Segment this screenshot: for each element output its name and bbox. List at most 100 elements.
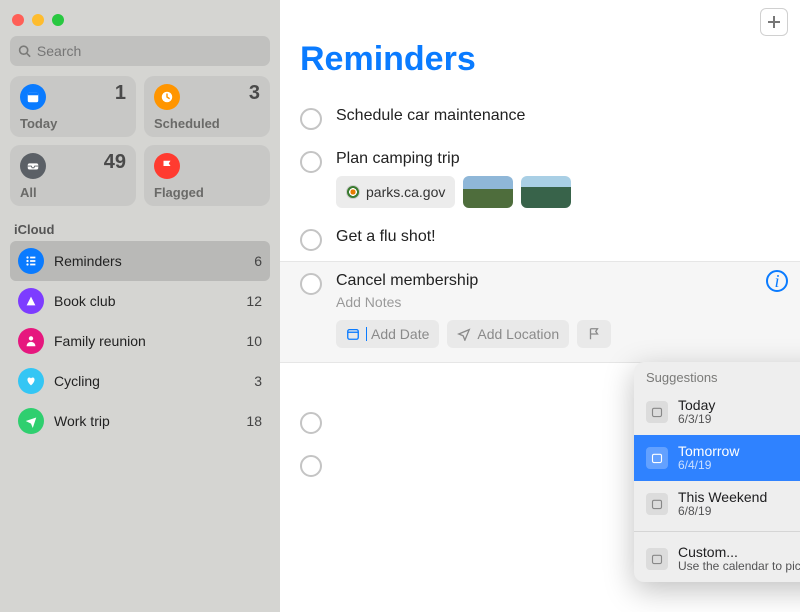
- suggestion-label: This Weekend: [678, 489, 767, 505]
- suggestion-date: 6/3/19: [678, 413, 715, 427]
- suggestion-label: Today: [678, 397, 715, 413]
- date-suggestions-popover: Suggestions Today 6/3/19 Tomorrow 6/4/19…: [634, 362, 800, 582]
- task-row[interactable]: Get a flu shot!: [300, 218, 780, 261]
- suggestion-label: Custom...: [678, 544, 800, 560]
- suggestion-weekend[interactable]: This Weekend 6/8/19: [634, 481, 800, 527]
- suggestion-label: Tomorrow: [678, 443, 739, 459]
- minimize-icon[interactable]: [32, 14, 44, 26]
- list-worktrip[interactable]: Work trip 18: [10, 401, 270, 441]
- location-icon: [457, 327, 471, 341]
- edit-actions: Add Date Add Location: [336, 320, 780, 348]
- smart-all[interactable]: 49 All: [10, 145, 136, 206]
- favicon-icon: [346, 185, 360, 199]
- task-attachments: parks.ca.gov: [336, 176, 780, 208]
- add-button[interactable]: [760, 8, 788, 36]
- flag-icon: [154, 153, 180, 179]
- smart-scheduled[interactable]: 3 Scheduled: [144, 76, 270, 137]
- add-date-button[interactable]: Add Date: [336, 320, 439, 348]
- smart-flagged-label: Flagged: [154, 185, 260, 200]
- smart-scheduled-count: 3: [249, 82, 260, 105]
- task-radio[interactable]: [300, 108, 322, 130]
- suggestion-date: 6/4/19: [678, 459, 739, 473]
- add-location-label: Add Location: [477, 326, 559, 342]
- heart-icon: [18, 368, 44, 394]
- suggestion-custom[interactable]: Custom... Use the calendar to pick a dat…: [634, 536, 800, 582]
- list-label: Book club: [54, 293, 246, 309]
- task-row[interactable]: Plan camping trip parks.ca.gov: [300, 140, 780, 218]
- link-label: parks.ca.gov: [366, 184, 445, 200]
- add-location-button[interactable]: Add Location: [447, 320, 569, 348]
- calendar-icon: [646, 401, 668, 423]
- tray-icon: [20, 153, 46, 179]
- flag-icon: [587, 327, 601, 341]
- suggestion-tomorrow[interactable]: Tomorrow 6/4/19: [634, 435, 800, 481]
- search-icon: [18, 44, 31, 58]
- task-title: Plan camping trip: [336, 150, 780, 168]
- person-icon: [18, 328, 44, 354]
- task-title: Get a flu shot!: [336, 228, 780, 246]
- smart-lists: 1 Today 3 Scheduled 49 All: [10, 76, 270, 206]
- calendar-icon: [646, 548, 668, 570]
- smart-today-label: Today: [20, 116, 126, 131]
- list-count: 6: [254, 253, 262, 269]
- list-label: Work trip: [54, 413, 246, 429]
- lists: Reminders 6 Book club 12 Family reunion …: [10, 241, 270, 441]
- list-label: Cycling: [54, 373, 254, 389]
- zoom-icon[interactable]: [52, 14, 64, 26]
- popover-header: Suggestions: [634, 362, 800, 389]
- flag-button[interactable]: [577, 320, 611, 348]
- window-controls: [10, 8, 270, 36]
- image-thumbnail[interactable]: [463, 176, 513, 208]
- list-label: Family reunion: [54, 333, 246, 349]
- calendar-icon: [346, 327, 360, 341]
- task-row[interactable]: Schedule car maintenance: [300, 97, 780, 140]
- list-count: 3: [254, 373, 262, 389]
- list-count: 10: [246, 333, 262, 349]
- task-radio[interactable]: [300, 412, 322, 434]
- smart-flagged[interactable]: Flagged: [144, 145, 270, 206]
- task-title: Schedule car maintenance: [336, 107, 780, 125]
- task-radio[interactable]: [300, 273, 322, 295]
- calendar-icon: [646, 493, 668, 515]
- add-date-label: Add Date: [371, 326, 429, 342]
- suggestion-today[interactable]: Today 6/3/19: [634, 389, 800, 435]
- app-window: 1 Today 3 Scheduled 49 All: [0, 0, 800, 612]
- smart-all-count: 49: [104, 151, 126, 174]
- smart-all-label: All: [20, 185, 126, 200]
- smart-scheduled-label: Scheduled: [154, 116, 260, 131]
- suggestion-hint: Use the calendar to pick a date: [678, 560, 800, 574]
- editing-task[interactable]: Cancel membership Add Notes Add Date Add…: [280, 261, 800, 363]
- calendar-icon: [646, 447, 668, 469]
- section-header: iCloud: [10, 216, 270, 241]
- link-chip[interactable]: parks.ca.gov: [336, 176, 455, 208]
- smart-today[interactable]: 1 Today: [10, 76, 136, 137]
- main: Reminders Schedule car maintenance Plan …: [280, 0, 800, 612]
- image-thumbnail[interactable]: [521, 176, 571, 208]
- sidebar: 1 Today 3 Scheduled 49 All: [0, 0, 280, 612]
- task-radio[interactable]: [300, 455, 322, 477]
- close-icon[interactable]: [12, 14, 24, 26]
- search-field[interactable]: [10, 36, 270, 66]
- notes-placeholder[interactable]: Add Notes: [336, 294, 780, 310]
- plus-icon: [766, 14, 782, 30]
- list-cycling[interactable]: Cycling 3: [10, 361, 270, 401]
- clock-icon: [154, 84, 180, 110]
- info-button[interactable]: i: [766, 270, 788, 292]
- task-title[interactable]: Cancel membership: [336, 272, 780, 290]
- calendar-icon: [20, 84, 46, 110]
- task-radio[interactable]: [300, 229, 322, 251]
- page-title: Reminders: [300, 40, 780, 79]
- plane-icon: [18, 408, 44, 434]
- task-radio[interactable]: [300, 151, 322, 173]
- tent-icon: [18, 288, 44, 314]
- list-bookclub[interactable]: Book club 12: [10, 281, 270, 321]
- list-label: Reminders: [54, 253, 254, 269]
- list-icon: [18, 248, 44, 274]
- list-family[interactable]: Family reunion 10: [10, 321, 270, 361]
- smart-today-count: 1: [115, 82, 126, 105]
- list-reminders[interactable]: Reminders 6: [10, 241, 270, 281]
- suggestion-date: 6/8/19: [678, 505, 767, 519]
- search-input[interactable]: [37, 43, 262, 59]
- separator: [634, 531, 800, 532]
- list-count: 12: [246, 293, 262, 309]
